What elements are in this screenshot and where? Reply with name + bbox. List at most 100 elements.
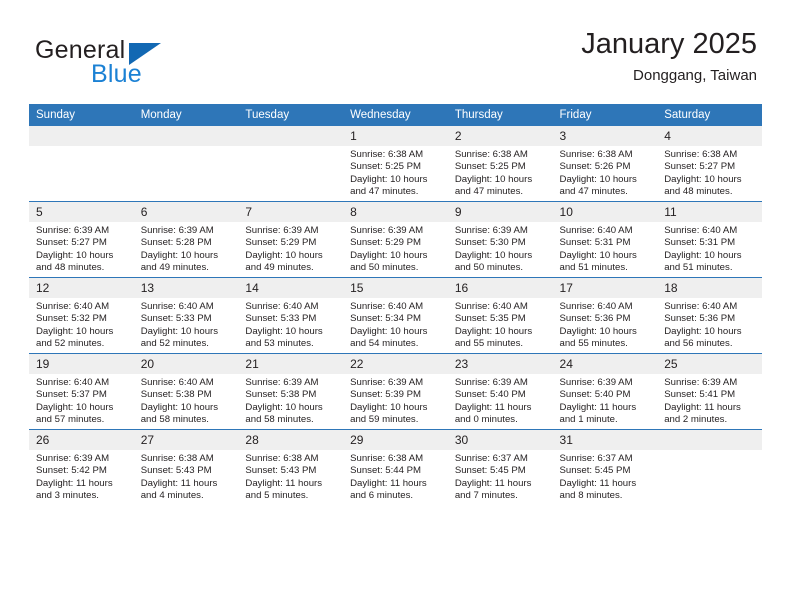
detail-daylight-1: Daylight: 11 hours	[559, 401, 637, 413]
calendar-day-cell[interactable]: 7 Sunrise: 6:39 AM Sunset: 5:29 PM Daylight…	[238, 201, 344, 278]
detail-daylight-2: and 55 minutes.	[559, 337, 628, 349]
calendar-day-cell[interactable]: 29 Sunrise: 6:38 AM Sunset: 5:44 PM Dayligh…	[343, 429, 448, 505]
day-details: Sunrise: 6:38 AM Sunset: 5:27 PM Daylight:…	[657, 146, 762, 198]
detail-sunset: Sunset: 5:37 PM	[36, 389, 107, 401]
detail-daylight-2: and 53 minutes.	[245, 337, 314, 349]
weekday-header-cell: Thursday	[447, 104, 553, 126]
calendar-day-cell[interactable]: 31 Sunrise: 6:37 AM Sunset: 5:45 PM Dayligh…	[552, 429, 658, 505]
title-block: January 2025 Donggang, Taiwan	[581, 26, 757, 87]
calendar-day-cell[interactable]: 23 Sunrise: 6:39 AM Sunset: 5:40 PM Dayligh…	[447, 353, 553, 430]
day-details: Sunrise: 6:40 AM Sunset: 5:33 PM Daylight:…	[134, 298, 239, 350]
day-details: Sunrise: 6:39 AM Sunset: 5:29 PM Daylight:…	[238, 222, 343, 274]
calendar-day-cell[interactable]: 16 Sunrise: 6:40 AM Sunset: 5:35 PM Dayligh…	[447, 277, 553, 354]
detail-sunrise: Sunrise: 6:38 AM	[245, 453, 319, 464]
calendar-day-cell[interactable]: 5 Sunrise: 6:39 AM Sunset: 5:27 PM Daylight…	[29, 201, 134, 278]
day-number: 2	[447, 126, 553, 146]
detail-daylight-1: Daylight: 10 hours	[664, 325, 742, 337]
detail-sunset: Sunset: 5:40 PM	[559, 389, 631, 401]
calendar-day-cell[interactable]: 14 Sunrise: 6:40 AM Sunset: 5:33 PM Dayligh…	[238, 277, 344, 354]
calendar-day-cell[interactable]: 11 Sunrise: 6:40 AM Sunset: 5:31 PM Dayligh…	[657, 201, 762, 278]
detail-daylight-1: Daylight: 11 hours	[454, 477, 532, 489]
detail-daylight-2: and 50 minutes.	[350, 261, 419, 273]
calendar-day-cell[interactable]: 22 Sunrise: 6:39 AM Sunset: 5:39 PM Dayligh…	[343, 353, 448, 430]
calendar-day-cell[interactable]: 25 Sunrise: 6:39 AM Sunset: 5:41 PM Dayligh…	[657, 353, 762, 430]
detail-sunrise: Sunrise: 6:40 AM	[140, 377, 214, 388]
calendar-day-cell[interactable]: 10 Sunrise: 6:40 AM Sunset: 5:31 PM Dayligh…	[552, 201, 658, 278]
calendar-day-cell[interactable]: 19 Sunrise: 6:40 AM Sunset: 5:37 PM Dayligh…	[29, 353, 134, 430]
detail-sunrise: Sunrise: 6:39 AM	[36, 453, 110, 464]
calendar-day-cell[interactable]: 6 Sunrise: 6:39 AM Sunset: 5:28 PM Daylight…	[133, 201, 239, 278]
day-details: Sunrise: 6:39 AM Sunset: 5:40 PM Daylight:…	[553, 374, 658, 426]
detail-sunset: Sunset: 5:25 PM	[350, 161, 422, 173]
detail-sunrise: Sunrise: 6:40 AM	[664, 301, 738, 312]
calendar-body: 1 Sunrise: 6:38 AM Sunset: 5:25 PM Daylight…	[29, 126, 762, 505]
calendar-week-row: 1 Sunrise: 6:38 AM Sunset: 5:25 PM Daylight…	[29, 126, 762, 202]
calendar-day-cell[interactable]: 9 Sunrise: 6:39 AM Sunset: 5:30 PM Daylight…	[447, 201, 553, 278]
day-number	[657, 430, 762, 450]
calendar-day-cell[interactable]: 4 Sunrise: 6:38 AM Sunset: 5:27 PM Daylight…	[657, 126, 762, 202]
detail-daylight-1: Daylight: 11 hours	[350, 477, 427, 489]
calendar-day-cell[interactable]: 17 Sunrise: 6:40 AM Sunset: 5:36 PM Dayligh…	[552, 277, 658, 354]
calendar-day-cell[interactable]: 27 Sunrise: 6:38 AM Sunset: 5:43 PM Dayligh…	[133, 429, 239, 505]
detail-sunrise: Sunrise: 6:40 AM	[140, 301, 214, 312]
calendar-day-cell[interactable]: 18 Sunrise: 6:40 AM Sunset: 5:36 PM Dayligh…	[657, 277, 762, 354]
calendar-day-cell[interactable]: 28 Sunrise: 6:38 AM Sunset: 5:43 PM Dayligh…	[238, 429, 344, 505]
detail-daylight-2: and 3 minutes.	[36, 489, 99, 501]
detail-daylight-2: and 49 minutes.	[245, 261, 314, 273]
detail-daylight-2: and 48 minutes.	[664, 185, 733, 197]
detail-sunrise: Sunrise: 6:38 AM	[350, 149, 424, 160]
calendar-day-cell[interactable]: 1 Sunrise: 6:38 AM Sunset: 5:25 PM Daylight…	[343, 126, 448, 202]
detail-sunset: Sunset: 5:34 PM	[350, 313, 422, 325]
calendar-day-cell[interactable]: 3 Sunrise: 6:38 AM Sunset: 5:26 PM Daylight…	[552, 126, 658, 202]
detail-sunset: Sunset: 5:38 PM	[245, 389, 317, 401]
calendar-day-cell-empty	[657, 429, 762, 505]
detail-sunset: Sunset: 5:33 PM	[245, 313, 317, 325]
calendar-day-cell[interactable]: 12 Sunrise: 6:40 AM Sunset: 5:32 PM Dayligh…	[29, 277, 134, 354]
day-details: Sunrise: 6:39 AM Sunset: 5:42 PM Daylight:…	[29, 450, 134, 502]
day-number: 5	[29, 202, 134, 222]
detail-sunset: Sunset: 5:43 PM	[245, 465, 317, 477]
general-blue-logo[interactable]: General Blue	[35, 36, 225, 92]
day-number: 9	[447, 202, 553, 222]
detail-daylight-1: Daylight: 10 hours	[140, 325, 219, 337]
detail-daylight-1: Daylight: 10 hours	[559, 173, 637, 185]
day-number: 14	[238, 278, 344, 298]
weekday-header-cell: Friday	[552, 104, 658, 126]
calendar-day-cell[interactable]: 24 Sunrise: 6:39 AM Sunset: 5:40 PM Dayligh…	[552, 353, 658, 430]
day-details: Sunrise: 6:40 AM Sunset: 5:36 PM Daylight:…	[657, 298, 762, 350]
calendar-header-row: Sunday Monday Tuesday Wednesday Thursday Frid…	[29, 104, 762, 126]
day-details: Sunrise: 6:39 AM Sunset: 5:41 PM Daylight:…	[657, 374, 762, 426]
calendar-day-cell[interactable]: 21 Sunrise: 6:39 AM Sunset: 5:38 PM Dayligh…	[238, 353, 344, 430]
detail-daylight-1: Daylight: 10 hours	[454, 325, 533, 337]
day-details: Sunrise: 6:40 AM Sunset: 5:32 PM Daylight:…	[29, 298, 134, 350]
detail-daylight-2: and 51 minutes.	[664, 261, 733, 273]
day-number: 22	[343, 354, 448, 374]
day-number: 30	[447, 430, 553, 450]
calendar-day-cell[interactable]: 13 Sunrise: 6:40 AM Sunset: 5:33 PM Dayligh…	[133, 277, 239, 354]
calendar-day-cell[interactable]: 15 Sunrise: 6:40 AM Sunset: 5:34 PM Dayligh…	[343, 277, 448, 354]
detail-sunset: Sunset: 5:45 PM	[559, 465, 631, 477]
day-details: Sunrise: 6:39 AM Sunset: 5:28 PM Daylight:…	[134, 222, 239, 274]
day-details: Sunrise: 6:38 AM Sunset: 5:25 PM Daylight:…	[448, 146, 553, 198]
detail-daylight-2: and 7 minutes.	[454, 489, 518, 501]
calendar-page: General Blue January 2025 Donggang, Taiw…	[0, 0, 792, 612]
detail-sunset: Sunset: 5:38 PM	[140, 389, 212, 401]
detail-sunrise: Sunrise: 6:40 AM	[350, 301, 424, 312]
detail-daylight-2: and 5 minutes.	[245, 489, 309, 501]
calendar-day-cell[interactable]: 8 Sunrise: 6:39 AM Sunset: 5:29 PM Daylight…	[343, 201, 448, 278]
day-number: 19	[29, 354, 134, 374]
calendar-day-cell[interactable]: 30 Sunrise: 6:37 AM Sunset: 5:45 PM Dayligh…	[447, 429, 553, 505]
detail-sunrise: Sunrise: 6:39 AM	[140, 225, 214, 236]
day-details: Sunrise: 6:40 AM Sunset: 5:33 PM Daylight:…	[238, 298, 343, 350]
calendar-day-cell[interactable]: 20 Sunrise: 6:40 AM Sunset: 5:38 PM Dayligh…	[133, 353, 239, 430]
calendar-day-cell[interactable]: 26 Sunrise: 6:39 AM Sunset: 5:42 PM Dayligh…	[29, 429, 134, 505]
detail-sunset: Sunset: 5:29 PM	[245, 237, 317, 249]
detail-daylight-2: and 54 minutes.	[350, 337, 419, 349]
day-number: 7	[238, 202, 344, 222]
detail-sunrise: Sunrise: 6:39 AM	[559, 377, 633, 388]
detail-daylight-2: and 56 minutes.	[664, 337, 733, 349]
calendar-day-cell[interactable]: 2 Sunrise: 6:38 AM Sunset: 5:25 PM Daylight…	[447, 126, 553, 202]
day-number: 15	[343, 278, 448, 298]
detail-sunrise: Sunrise: 6:38 AM	[350, 453, 424, 464]
detail-daylight-1: Daylight: 10 hours	[245, 401, 323, 413]
